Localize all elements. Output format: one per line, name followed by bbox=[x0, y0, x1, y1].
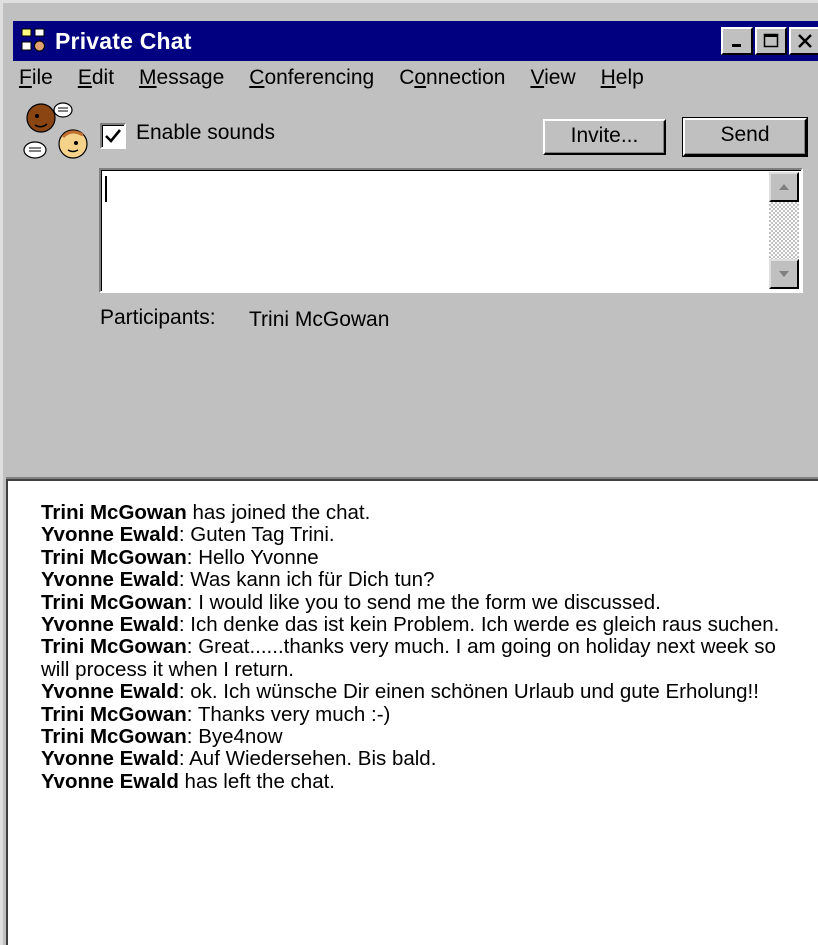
minimize-icon bbox=[732, 44, 741, 47]
minimize-button[interactable] bbox=[721, 27, 753, 55]
send-button[interactable]: Send bbox=[682, 117, 808, 157]
message-author: Yvonne Ewald bbox=[41, 613, 179, 637]
message-author: Yvonne Ewald bbox=[41, 568, 179, 592]
message-text: Guten Tag Trini. bbox=[184, 523, 335, 547]
invite-button[interactable]: Invite... bbox=[543, 119, 666, 155]
maximize-button[interactable] bbox=[755, 27, 787, 55]
window-title: Private Chat bbox=[55, 27, 192, 54]
chat-message: Trini McGowan: Bye4now bbox=[41, 725, 781, 749]
chat-message: Yvonne Ewald has left the chat. bbox=[41, 769, 781, 793]
participants-label: Participants: bbox=[100, 306, 216, 329]
arrow-down-icon bbox=[779, 271, 789, 277]
message-text: Ich denke das ist kein Problem. Ich werd… bbox=[184, 613, 780, 637]
arrow-up-icon bbox=[779, 184, 789, 190]
chat-transcript[interactable]: Trini McGowan has joined the chat. Yvonne… bbox=[6, 479, 818, 945]
message-author: Trini McGowan bbox=[41, 702, 187, 726]
message-text: has joined the chat. bbox=[186, 501, 371, 524]
chat-message: Yvonne Ewald: ok. Ich wünsche Dir einen … bbox=[41, 681, 781, 703]
message-author: Trini McGowan bbox=[41, 590, 187, 614]
chat-message: Yvonne Ewald: Auf Wiedersehen. Bis bald. bbox=[41, 748, 781, 770]
menu-connection[interactable]: Connection bbox=[391, 66, 513, 90]
menu-help[interactable]: Help bbox=[593, 66, 652, 90]
message-text: has left the chat. bbox=[178, 769, 335, 793]
menu-file[interactable]: File bbox=[13, 66, 61, 90]
title-bar[interactable]: Private Chat bbox=[13, 21, 818, 61]
message-text: I would like you to send me the form we … bbox=[192, 590, 661, 614]
chat-participants-icon bbox=[21, 101, 93, 163]
checkmark-icon bbox=[105, 129, 122, 143]
message-compose-input[interactable] bbox=[99, 168, 803, 293]
message-author: Yvonne Ewald bbox=[41, 747, 179, 771]
chat-message: Trini McGowan has joined the chat. bbox=[41, 501, 781, 524]
close-icon bbox=[798, 34, 812, 48]
private-chat-window: Private Chat File Edit Message Conferenc… bbox=[0, 0, 818, 945]
scroll-down-button[interactable] bbox=[769, 259, 799, 289]
chat-app-icon bbox=[19, 26, 49, 56]
menu-message[interactable]: Message bbox=[131, 66, 232, 90]
text-cursor bbox=[105, 176, 107, 202]
chat-message: Yvonne Ewald: Guten Tag Trini. bbox=[41, 524, 781, 546]
message-author: Trini McGowan bbox=[41, 545, 187, 569]
message-author: Yvonne Ewald bbox=[41, 769, 179, 793]
scroll-up-button[interactable] bbox=[769, 172, 799, 202]
chat-message: Yvonne Ewald: Was kann ich für Dich tun? bbox=[41, 569, 781, 591]
message-author: Trini McGowan bbox=[41, 725, 187, 749]
chat-message: Trini McGowan: I would like you to send … bbox=[41, 590, 781, 614]
message-author: Yvonne Ewald bbox=[41, 523, 179, 547]
message-text: Thanks very much :-) bbox=[192, 702, 391, 726]
close-button[interactable] bbox=[789, 27, 818, 55]
message-text: Was kann ich für Dich tun? bbox=[184, 568, 435, 592]
chat-message: Trini McGowan: Great......thanks very mu… bbox=[41, 636, 781, 681]
compose-scrollbar[interactable] bbox=[769, 172, 799, 289]
chat-message: Yvonne Ewald: Ich denke das ist kein Pro… bbox=[41, 613, 781, 637]
chat-message: Trini McGowan: Thanks very much :-) bbox=[41, 702, 781, 726]
message-text: Auf Wiedersehen. Bis bald. bbox=[184, 747, 437, 771]
message-text: Hello Yvonne bbox=[192, 545, 319, 569]
maximize-icon bbox=[763, 33, 779, 48]
enable-sounds-label[interactable]: Enable sounds bbox=[136, 121, 275, 145]
menu-conferencing[interactable]: Conferencing bbox=[241, 66, 382, 90]
message-author: Yvonne Ewald bbox=[41, 680, 179, 704]
enable-sounds-checkbox[interactable] bbox=[100, 123, 126, 149]
menu-bar: File Edit Message Conferencing Connectio… bbox=[13, 63, 818, 93]
message-list: Trini McGowan has joined the chat. Yvonne… bbox=[41, 501, 781, 793]
menu-view[interactable]: View bbox=[522, 66, 583, 90]
window-controls bbox=[721, 27, 818, 55]
message-author: Trini McGowan bbox=[41, 501, 187, 524]
menu-edit[interactable]: Edit bbox=[70, 66, 122, 90]
message-author: Trini McGowan bbox=[41, 635, 187, 659]
message-text: ok. Ich wünsche Dir einen schönen Urlaub… bbox=[184, 680, 759, 704]
participants-list: Trini McGowan bbox=[249, 308, 390, 331]
message-text: Bye4now bbox=[192, 725, 283, 749]
scroll-track[interactable] bbox=[769, 202, 799, 259]
chat-message: Trini McGowan: Hello Yvonne bbox=[41, 545, 781, 569]
